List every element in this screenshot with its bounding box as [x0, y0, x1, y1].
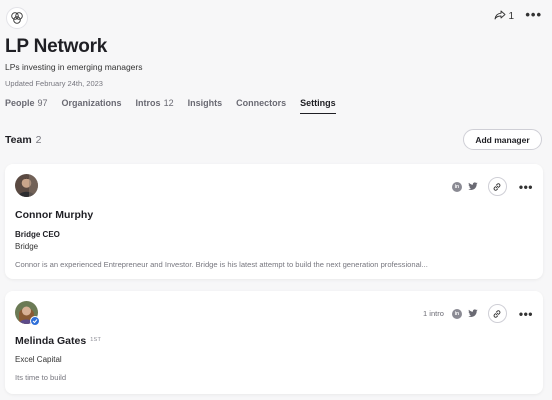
add-manager-button[interactable]: Add manager: [463, 129, 542, 150]
team-count: 2: [35, 134, 42, 146]
share-button[interactable]: 1: [494, 10, 514, 23]
card-actions: in •••: [451, 177, 533, 196]
member-role: Bridge CEO: [15, 230, 60, 239]
share-arrow-icon: [494, 10, 506, 23]
link-icon: [494, 309, 501, 318]
updated-date: Updated February 24th, 2023: [5, 79, 103, 88]
verified-check-icon: [30, 316, 40, 326]
linkedin-icon[interactable]: in: [451, 308, 462, 319]
member-name[interactable]: Connor Murphy: [15, 209, 93, 221]
tab-intros[interactable]: Intros 12: [136, 98, 174, 114]
more-options-icon[interactable]: •••: [519, 180, 533, 194]
tab-people[interactable]: People 97: [5, 98, 48, 114]
tab-settings[interactable]: Settings: [300, 98, 336, 114]
more-options-icon[interactable]: •••: [519, 307, 533, 321]
page-subtitle: LPs investing in emerging managers: [5, 62, 143, 72]
team-heading: Team 2: [5, 134, 42, 146]
card-actions: 1 intro in •••: [423, 304, 533, 323]
tab-people-count: 97: [37, 98, 48, 108]
member-description: Connor is an experienced Entrepreneur an…: [15, 260, 428, 269]
link-icon: [494, 182, 501, 191]
intro-count[interactable]: 1 intro: [423, 309, 444, 318]
logo-icon[interactable]: [6, 7, 28, 29]
copy-link-button[interactable]: [487, 304, 507, 323]
member-card: 1 intro in ••• Melinda Gates 1ST Excel Ca…: [5, 291, 543, 394]
connection-degree-badge: 1ST: [90, 337, 102, 343]
member-name[interactable]: Melinda Gates: [15, 335, 86, 347]
page-title: LP Network: [5, 36, 108, 57]
tab-organizations[interactable]: Organizations: [62, 98, 122, 114]
page: 1 ••• LP Network LPs investing in emergi…: [0, 0, 552, 400]
tab-intros-count: 12: [163, 98, 174, 108]
member-card: in ••• Connor Murphy Bridge CEO Bridge C…: [5, 164, 543, 279]
member-description: Its time to build: [15, 373, 67, 382]
share-count: 1: [508, 11, 514, 22]
linkedin-icon[interactable]: in: [451, 181, 462, 192]
member-org: Excel Capital: [15, 355, 62, 364]
avatar[interactable]: [15, 174, 38, 197]
member-name-row: Melinda Gates 1ST: [15, 335, 101, 347]
member-org: Bridge: [15, 242, 39, 251]
more-options-icon[interactable]: •••: [525, 7, 542, 22]
twitter-icon[interactable]: [468, 182, 478, 192]
tab-connectors[interactable]: Connectors: [236, 98, 286, 114]
tab-bar: People 97 Organizations Intros 12 Insights…: [5, 98, 350, 114]
twitter-icon[interactable]: [468, 309, 478, 319]
tab-insights[interactable]: Insights: [188, 98, 223, 114]
copy-link-button[interactable]: [487, 177, 507, 196]
